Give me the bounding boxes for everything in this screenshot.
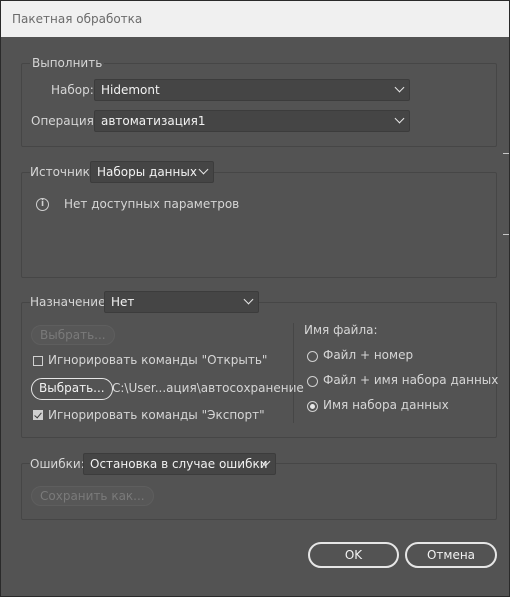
source-dropdown-value: Наборы данных <box>97 165 197 179</box>
radio-file-dataset-label: Файл + имя набора данных <box>323 373 499 387</box>
operation-dropdown[interactable]: автоматизация1 <box>94 110 410 132</box>
chevron-down-icon <box>198 164 209 175</box>
ok-button[interactable]: OK <box>308 542 399 568</box>
vertical-divider <box>293 323 294 423</box>
chevron-down-icon <box>243 294 254 305</box>
errors-dropdown[interactable]: Остановка в случае ошибки <box>83 453 276 475</box>
choose-folder-button[interactable]: Выбрать... <box>31 378 113 400</box>
ignore-export-checkbox[interactable] <box>33 410 43 420</box>
set-dropdown[interactable]: Hidemont <box>94 79 410 101</box>
radio-dataset-name[interactable] <box>307 401 318 412</box>
destination-dropdown-value: Нет <box>111 295 135 309</box>
run-legend: Выполнить <box>30 56 105 70</box>
radio-file-number[interactable] <box>307 351 318 362</box>
save-as-button-disabled: Сохранить как... <box>31 486 154 506</box>
side-divider <box>503 153 509 154</box>
errors-label: Ошибки: <box>30 457 87 471</box>
destination-label: Назначение: <box>30 295 112 309</box>
operation-dropdown-value: автоматизация1 <box>101 114 206 128</box>
destination-dropdown[interactable]: Нет <box>104 291 259 313</box>
radio-file-number-label: Файл + номер <box>323 348 414 362</box>
chevron-down-icon <box>394 113 405 124</box>
source-info-text: Нет доступных параметров <box>64 197 240 211</box>
filename-label: Имя файла: <box>304 323 378 337</box>
radio-file-dataset[interactable] <box>307 376 318 387</box>
destination-path: C:\User...ация\автосохранение <box>112 381 304 395</box>
source-group <box>21 172 497 278</box>
run-group <box>21 63 497 147</box>
source-dropdown[interactable]: Наборы данных <box>90 161 214 183</box>
side-divider <box>503 234 509 235</box>
chevron-down-icon <box>394 82 405 93</box>
ignore-open-label: Игнорировать команды "Открыть" <box>48 353 268 367</box>
set-label: Набор: <box>51 83 94 97</box>
set-dropdown-value: Hidemont <box>101 83 160 97</box>
info-icon: i <box>36 198 49 211</box>
batch-dialog: Пакетная обработка Выполнить Набор: Hide… <box>0 0 510 597</box>
cancel-button[interactable]: Отмена <box>405 542 497 568</box>
ignore-open-checkbox[interactable] <box>33 356 43 366</box>
radio-dataset-name-label: Имя набора данных <box>323 398 449 412</box>
window-title: Пакетная обработка <box>1 1 509 37</box>
source-label: Источник: <box>30 165 96 179</box>
operation-label: Операция: <box>31 114 98 128</box>
choose-button-disabled: Выбрать... <box>31 325 115 345</box>
ignore-export-label: Игнорировать команды "Экспорт" <box>48 408 265 422</box>
errors-dropdown-value: Остановка в случае ошибки <box>90 457 268 471</box>
